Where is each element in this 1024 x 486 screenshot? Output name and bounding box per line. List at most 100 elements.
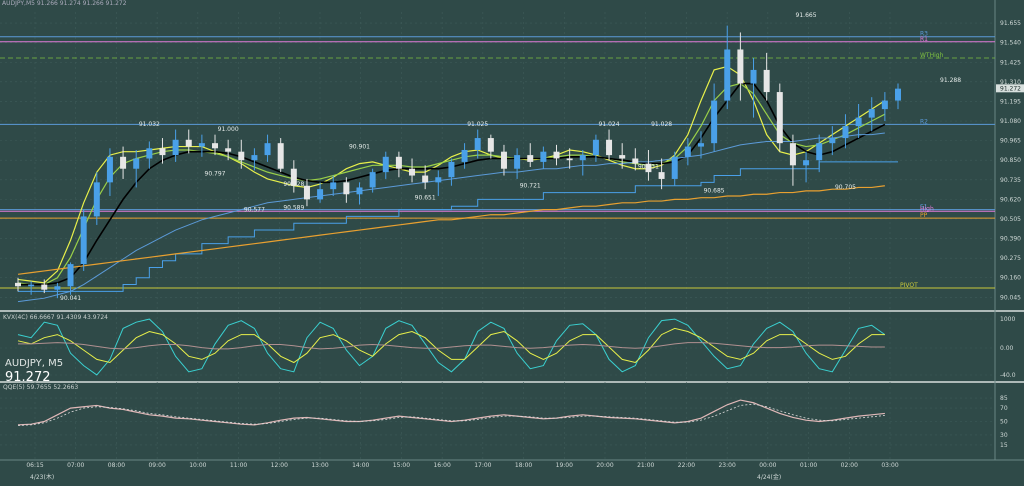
x-tick-label: 12:00 bbox=[271, 462, 288, 469]
y-tick-label: 90.620 bbox=[1000, 196, 1021, 203]
candle-body bbox=[369, 172, 376, 188]
candle-body bbox=[697, 143, 704, 147]
candle-body bbox=[146, 148, 153, 159]
candle-body bbox=[487, 138, 494, 152]
price-annotation: 90.705 bbox=[835, 184, 856, 191]
x-tick-label: 11:00 bbox=[230, 462, 247, 469]
price-annotation: 90.831 bbox=[638, 164, 659, 171]
candle-body bbox=[500, 151, 507, 169]
candle-body bbox=[619, 155, 626, 159]
x-tick-label: 20:00 bbox=[596, 462, 613, 469]
x-tick-label: 09:00 bbox=[148, 462, 165, 469]
x-tick-label: 21:00 bbox=[637, 462, 654, 469]
symbol-label: AUDJPY, M5 bbox=[5, 358, 64, 369]
candle-body bbox=[264, 143, 271, 156]
kvx-tick-label: 0.00 bbox=[1000, 345, 1014, 352]
x-tick-label: 14:00 bbox=[352, 462, 369, 469]
price-annotation: 90.685 bbox=[704, 188, 725, 195]
price-annotation: 90.797 bbox=[205, 171, 226, 178]
price-annotation: 90.651 bbox=[415, 194, 436, 201]
candle-body bbox=[606, 139, 613, 156]
candle-body bbox=[855, 117, 862, 127]
chart-canvas: R3R1WTHighR2S1HighPPPIVOT 91.03291.00090… bbox=[0, 0, 1024, 486]
price-annotation: 90.721 bbox=[520, 182, 541, 189]
kvx-label: KVX(4C) 66.6667 91.4309 43.9724 bbox=[3, 314, 108, 321]
kvx-tick-label: -40.0 bbox=[1000, 372, 1016, 379]
y-tick-label: 90.850 bbox=[1000, 157, 1021, 164]
candle-body bbox=[15, 282, 21, 287]
price-annotation: 91.665 bbox=[796, 12, 817, 19]
candle-body bbox=[514, 155, 521, 169]
candle-body bbox=[566, 158, 573, 161]
x-tick-label: 23:00 bbox=[718, 462, 735, 469]
candle-body bbox=[382, 156, 389, 173]
x-tick-label: 03:00 bbox=[881, 462, 898, 469]
candle-body bbox=[212, 143, 219, 149]
qqe-label: QQE(5) 59.7655 52.2663 bbox=[3, 384, 79, 391]
candle-body bbox=[474, 138, 481, 150]
candle-body bbox=[842, 126, 849, 139]
y-tick-label: 91.195 bbox=[1000, 98, 1021, 105]
x-tick-label: 18:00 bbox=[515, 462, 532, 469]
candle-body bbox=[816, 143, 823, 161]
level-label: PP bbox=[920, 212, 928, 219]
candle-body bbox=[776, 92, 783, 144]
candle-body bbox=[251, 155, 258, 161]
candle-body bbox=[881, 100, 888, 110]
candle-body bbox=[303, 185, 310, 200]
candle-body bbox=[684, 146, 691, 157]
y-tick-label: 91.540 bbox=[1000, 40, 1021, 47]
candle-body bbox=[750, 69, 757, 84]
candle-body bbox=[448, 161, 455, 178]
candle-body bbox=[356, 187, 363, 195]
candle-body bbox=[579, 155, 586, 161]
candle-body bbox=[658, 172, 665, 179]
candle-body bbox=[711, 100, 718, 144]
x-tick-label: 16:00 bbox=[433, 462, 450, 469]
level-label: PIVOT bbox=[900, 282, 918, 289]
x-tick-label: 19:00 bbox=[556, 462, 573, 469]
candle-body bbox=[330, 182, 337, 190]
price-annotation: 90.901 bbox=[349, 143, 370, 150]
price-marker-text: 91.272 bbox=[1000, 85, 1021, 92]
qqe-tick-label: 70 bbox=[1000, 405, 1008, 412]
candle-body bbox=[592, 139, 599, 156]
candle-body bbox=[54, 286, 61, 290]
candle-body bbox=[553, 151, 560, 159]
candle-body bbox=[277, 143, 284, 169]
candle-body bbox=[527, 155, 534, 162]
y-tick-label: 90.160 bbox=[1000, 275, 1021, 282]
candle-body bbox=[343, 182, 350, 195]
candle-body bbox=[67, 264, 74, 287]
y-tick-label: 91.080 bbox=[1000, 118, 1021, 125]
y-tick-label: 90.045 bbox=[1000, 294, 1021, 301]
price-annotation: 91.024 bbox=[599, 121, 620, 128]
candle-body bbox=[671, 156, 678, 179]
candle-body bbox=[198, 143, 205, 147]
candle-body bbox=[172, 139, 179, 156]
candle-body bbox=[763, 69, 770, 93]
candle-body bbox=[895, 88, 901, 101]
qqe-tick-label: 85 bbox=[1000, 395, 1008, 402]
x-tick-label: 10:00 bbox=[189, 462, 206, 469]
candle-body bbox=[540, 151, 547, 162]
candle-body bbox=[106, 156, 113, 183]
candle-body bbox=[422, 175, 429, 183]
x-tick-label: 15:00 bbox=[393, 462, 410, 469]
candle-body bbox=[133, 158, 140, 169]
candle-body bbox=[409, 168, 416, 176]
qqe-tick-label: 15 bbox=[1000, 442, 1008, 449]
candle-body bbox=[185, 139, 192, 147]
candle-body bbox=[238, 151, 245, 161]
y-tick-label: 90.965 bbox=[1000, 138, 1021, 145]
candle-body bbox=[80, 216, 87, 265]
chart-background bbox=[0, 0, 1024, 486]
y-tick-label: 90.735 bbox=[1000, 177, 1021, 184]
candle-body bbox=[461, 149, 468, 162]
chart-header: AUDJPY,M5 91.266 91.274 91.266 91.272 bbox=[2, 0, 127, 7]
x-tick-label: 00:00 bbox=[759, 462, 776, 469]
x-tick-label: 07:00 bbox=[67, 462, 84, 469]
price-annotation: 90.577 bbox=[244, 206, 265, 213]
price-annotation: 90.589 bbox=[283, 205, 304, 212]
date-label-2: 4/24(金) bbox=[757, 474, 782, 481]
